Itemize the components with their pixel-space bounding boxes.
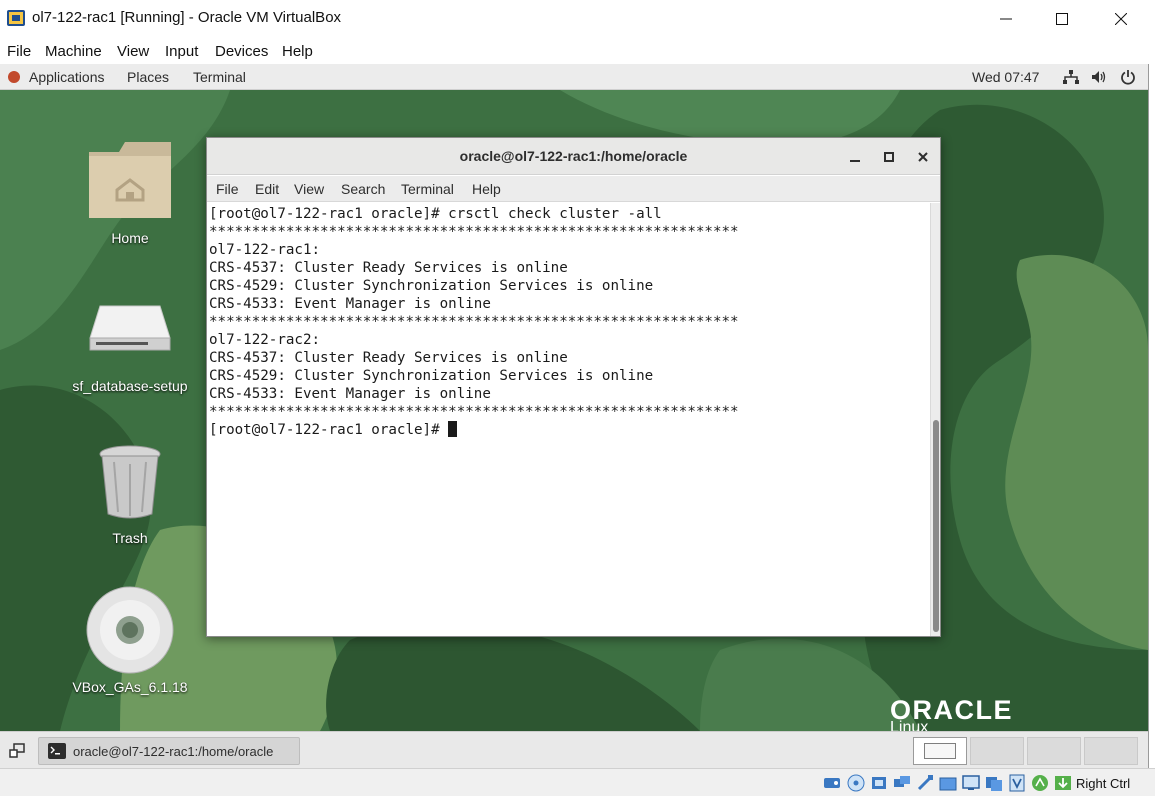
power-icon[interactable] [1120,69,1136,90]
terminal-menu-terminal[interactable]: Terminal [401,181,454,197]
terminal-minimize-button[interactable] [844,146,866,168]
maximize-button[interactable] [1042,6,1082,32]
places-menu[interactable]: Places [127,69,169,85]
terminal-app-menu[interactable]: Terminal [193,69,246,85]
optical-drive-icon[interactable] [847,774,865,792]
terminal-window[interactable]: oracle@ol7-122-rac1:/home/oracle File Ed… [206,137,941,637]
terminal-menu-edit[interactable]: Edit [255,181,279,197]
guest-display[interactable]: Applications Places Terminal Wed 07:47 H… [0,64,1148,768]
desktop-icon-label: Home [111,230,149,246]
terminal-close-button[interactable] [912,146,934,168]
workspace-1[interactable] [913,737,967,765]
terminal-line: CRS-4537: Cluster Ready Services is onli… [209,350,568,366]
terminal-task-icon [48,743,66,764]
linux-logo-text: Linux [890,719,929,731]
virtualization-icon[interactable] [1008,774,1026,792]
workspace-4[interactable] [1084,737,1138,765]
text-cursor [448,421,458,437]
terminal-menu-help[interactable]: Help [472,181,501,197]
menu-devices[interactable]: Devices [215,43,268,60]
applications-menu[interactable]: Applications [29,69,105,85]
terminal-prompt-line[interactable]: [root@ol7-122-rac1 oracle]# [209,421,458,439]
clock[interactable]: Wed 07:47 [972,69,1039,85]
vbox-menubar: File Machine View Input Devices Help [0,38,1155,64]
menu-help[interactable]: Help [282,43,313,60]
menu-view[interactable]: View [117,43,149,60]
desktop-icon-label: sf_database-setup [72,378,188,394]
terminal-title: oracle@ol7-122-rac1:/home/oracle [459,148,688,164]
terminal-menu-search[interactable]: Search [341,181,385,197]
host-key-label: Right Ctrl [1076,776,1131,791]
terminal-line: CRS-4537: Cluster Ready Services is onli… [209,260,568,276]
hard-disk-icon[interactable] [823,774,841,792]
vbox-statusbar: Right Ctrl [0,768,1155,796]
video-capture-icon[interactable] [985,774,1003,792]
keyboard-capture-icon[interactable] [1054,774,1072,792]
workspace-3[interactable] [1027,737,1081,765]
terminal-line: ol7-122-rac2: [209,332,321,348]
desktop-icon-sf-database-setup[interactable]: sf_database-setup [60,300,200,400]
menu-file[interactable]: File [7,43,31,60]
taskbar-item-terminal[interactable]: oracle@ol7-122-rac1:/home/oracle [38,737,300,765]
terminal-line: [root@ol7-122-rac1 oracle]# crsctl check… [209,206,662,222]
terminal-menubar: File Edit View Search Terminal Help [207,176,940,202]
gnome-bottom-panel: oracle@ol7-122-rac1:/home/oracle [0,731,1148,768]
desktop-icon-label: VBox_GAs_6.1.18 [72,679,188,695]
workspace-2[interactable] [970,737,1024,765]
menu-machine[interactable]: Machine [45,43,102,60]
terminal-prompt: [root@ol7-122-rac1 oracle]# [209,422,449,438]
vbox-titlebar: ol7-122-rac1 [Running] - Oracle VM Virtu… [0,0,1155,38]
terminal-line: CRS-4529: Cluster Synchronization Servic… [209,368,654,384]
mouse-integration-icon[interactable] [1031,774,1049,792]
terminal-titlebar[interactable]: oracle@ol7-122-rac1:/home/oracle [207,138,940,175]
desktop-icon-home[interactable]: Home [60,138,200,248]
terminal-line: CRS-4533: Event Manager is online [209,296,491,312]
menu-input[interactable]: Input [165,43,198,60]
taskbar-item-label: oracle@ol7-122-rac1:/home/oracle [73,744,274,759]
cd-icon [86,586,174,679]
terminal-line: ****************************************… [209,224,739,240]
audio-icon[interactable] [870,774,888,792]
show-desktop-icon[interactable] [9,743,25,764]
window-title: ol7-122-rac1 [Running] - Oracle VM Virtu… [32,9,342,26]
volume-icon[interactable] [1091,70,1107,89]
virtualbox-app-icon [6,8,26,28]
terminal-line: CRS-4533: Event Manager is online [209,386,491,402]
terminal-scrollbar-thumb[interactable] [933,420,939,632]
usb-icon[interactable] [916,774,934,792]
guest-edge [1148,64,1155,768]
gnome-top-panel: Applications Places Terminal Wed 07:47 [0,64,1148,90]
desktop-icon-label: Trash [112,530,148,546]
display-icon[interactable] [962,774,980,792]
minimize-button[interactable] [986,6,1026,32]
terminal-menu-view[interactable]: View [294,181,324,197]
terminal-output[interactable]: [root@ol7-122-rac1 oracle]# crsctl check… [208,203,930,636]
desktop-icon-trash[interactable]: Trash [60,444,200,554]
desktop-icon-vbox-gas[interactable]: VBox_GAs_6.1.18 [60,586,200,698]
terminal-maximize-button[interactable] [878,146,900,168]
terminal-line: ol7-122-rac1: [209,242,321,258]
network-icon[interactable] [1063,70,1079,89]
workspace-window-thumb [924,743,956,759]
shared-folders-icon[interactable] [939,774,957,792]
terminal-scrollbar[interactable] [930,203,940,636]
drive-icon [88,302,172,357]
close-button[interactable] [1101,6,1141,32]
terminal-line: ****************************************… [209,314,739,330]
terminal-menu-file[interactable]: File [216,181,239,197]
terminal-line: ****************************************… [209,404,739,420]
network-adapter-icon[interactable] [893,774,911,792]
home-folder-icon [87,138,173,225]
terminal-line: CRS-4529: Cluster Synchronization Servic… [209,278,654,294]
applications-menu-icon[interactable] [8,71,20,83]
trash-icon [98,444,162,525]
